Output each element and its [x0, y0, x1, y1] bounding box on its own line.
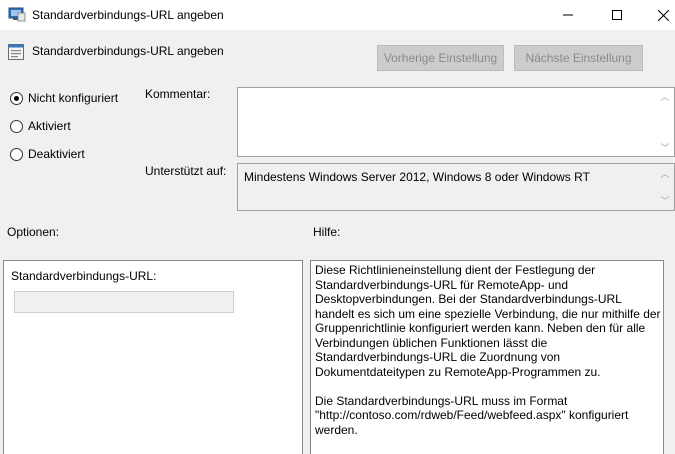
title-bar: Standardverbindungs-URL angeben: [0, 0, 675, 30]
help-heading: Hilfe:: [313, 225, 341, 239]
help-pane: Diese Richtlinieneinstellung dient der F…: [310, 260, 664, 454]
close-button[interactable]: [640, 0, 675, 30]
comment-textarea[interactable]: ︿ ﹀: [237, 87, 675, 157]
url-label: Standardverbindungs-URL:: [11, 269, 157, 283]
radio-disabled[interactable]: Deaktiviert: [10, 147, 85, 161]
radio-button[interactable]: [10, 147, 23, 161]
options-heading: Optionen:: [7, 225, 60, 239]
scroll-down-icon[interactable]: ﹀: [660, 144, 670, 153]
maximize-button[interactable]: [594, 0, 640, 30]
radio-label: Aktiviert: [28, 119, 71, 133]
radio-not-configured[interactable]: Nicht konfiguriert: [10, 91, 118, 105]
window-title: Standardverbindungs-URL angeben: [32, 8, 224, 22]
minimize-button[interactable]: [545, 0, 591, 30]
options-pane: Standardverbindungs-URL:: [3, 260, 303, 454]
radio-button-checked[interactable]: [10, 91, 23, 105]
radio-enabled[interactable]: Aktiviert: [10, 119, 71, 133]
help-paragraph: Die Standardverbindungs-URL muss im Form…: [315, 393, 629, 437]
radio-label: Nicht konfiguriert: [28, 91, 119, 105]
help-text: Diese Richtlinieneinstellung dient der F…: [315, 263, 663, 452]
setting-title: Standardverbindungs-URL angeben: [32, 44, 224, 58]
default-connection-url-input[interactable]: [14, 291, 234, 313]
previous-setting-button[interactable]: Vorherige Einstellung: [377, 45, 504, 71]
supported-label: Unterstützt auf:: [145, 164, 227, 178]
minimize-icon: [563, 14, 573, 16]
scroll-up-icon[interactable]: ︿: [660, 170, 670, 179]
comment-label: Kommentar:: [145, 87, 211, 101]
scroll-up-icon[interactable]: ︿: [660, 93, 670, 102]
policy-setting-icon: [8, 44, 24, 60]
maximize-icon: [612, 10, 622, 20]
policy-editor-icon: [8, 6, 26, 22]
radio-button[interactable]: [10, 119, 23, 133]
help-paragraph: Diese Richtlinieneinstellung dient der F…: [315, 263, 661, 379]
radio-label: Deaktiviert: [28, 147, 85, 161]
scroll-down-icon[interactable]: ﹀: [660, 197, 670, 206]
close-icon: [657, 9, 669, 21]
supported-value: Mindestens Windows Server 2012, Windows …: [244, 170, 590, 184]
supported-field: Mindestens Windows Server 2012, Windows …: [237, 163, 675, 211]
next-setting-button[interactable]: Nächste Einstellung: [514, 45, 643, 71]
